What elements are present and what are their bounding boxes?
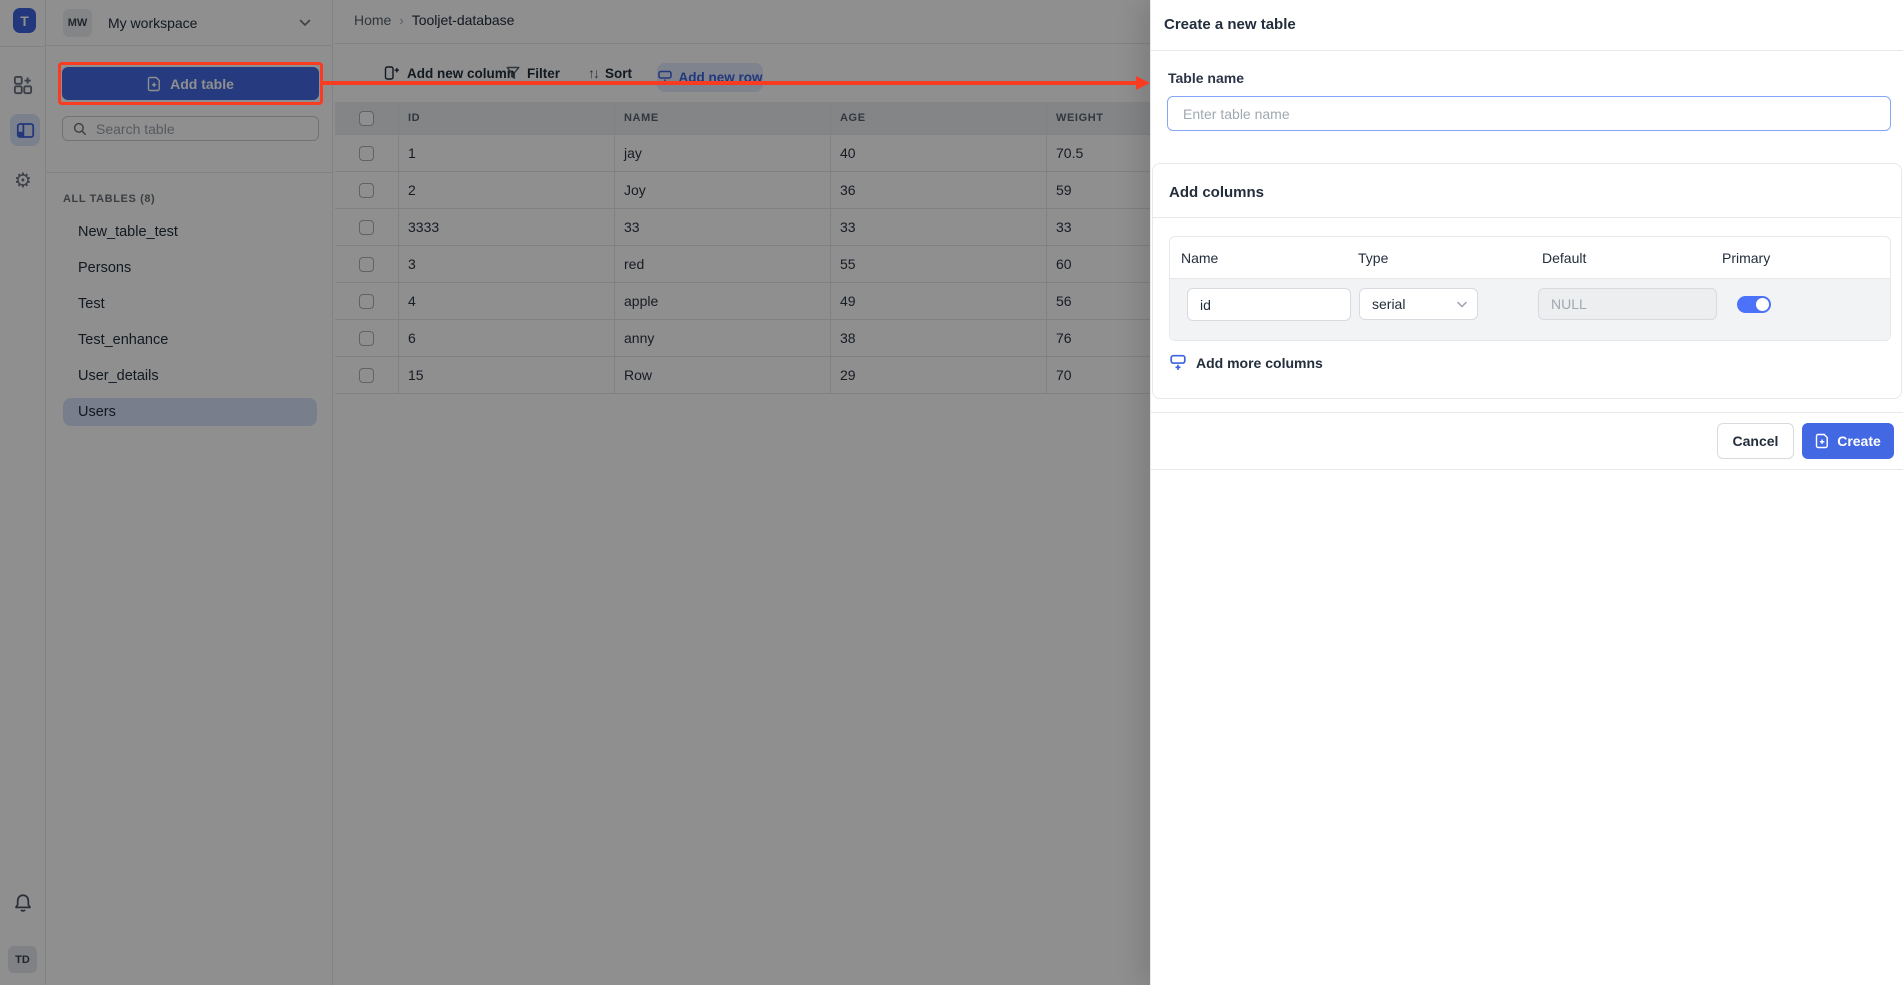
columns-table-header: Name Type Default Primary xyxy=(1170,237,1890,279)
card-divider xyxy=(1153,217,1901,218)
col-header-type: Type xyxy=(1358,250,1388,266)
column-row: serial NULL xyxy=(1170,279,1890,340)
columns-definition-table: Name Type Default Primary serial NULL xyxy=(1169,236,1891,341)
add-more-columns-button[interactable]: Add more columns xyxy=(1170,354,1323,371)
annotation-arrow-head xyxy=(1136,76,1150,90)
primary-key-toggle[interactable] xyxy=(1737,296,1771,313)
col-header-name: Name xyxy=(1181,250,1218,266)
footer-bottom-divider xyxy=(1151,469,1903,470)
column-default-input[interactable]: NULL xyxy=(1538,288,1717,320)
column-name-input[interactable] xyxy=(1187,288,1351,321)
table-name-input[interactable] xyxy=(1167,96,1891,131)
create-table-drawer: Create a new table Table name Add column… xyxy=(1150,0,1903,985)
chevron-down-icon xyxy=(1457,301,1467,308)
modal-dim-overlay[interactable] xyxy=(0,0,1150,985)
annotation-arrow-line xyxy=(323,81,1137,85)
column-type-select[interactable]: serial xyxy=(1359,288,1478,320)
add-columns-card: Add columns Name Type Default Primary se… xyxy=(1152,163,1902,399)
col-header-primary: Primary xyxy=(1722,250,1770,266)
create-button[interactable]: Create xyxy=(1802,423,1894,459)
file-plus-icon xyxy=(1815,433,1830,449)
drawer-title: Create a new table xyxy=(1164,16,1296,33)
row-plus-icon xyxy=(1170,354,1186,371)
drawer-divider xyxy=(1151,50,1903,51)
annotation-highlight-rect xyxy=(58,62,323,105)
footer-top-divider xyxy=(1151,412,1903,413)
cancel-button[interactable]: Cancel xyxy=(1717,423,1794,459)
col-header-default: Default xyxy=(1542,250,1586,266)
add-columns-label: Add columns xyxy=(1169,184,1264,201)
table-name-label: Table name xyxy=(1168,70,1244,86)
